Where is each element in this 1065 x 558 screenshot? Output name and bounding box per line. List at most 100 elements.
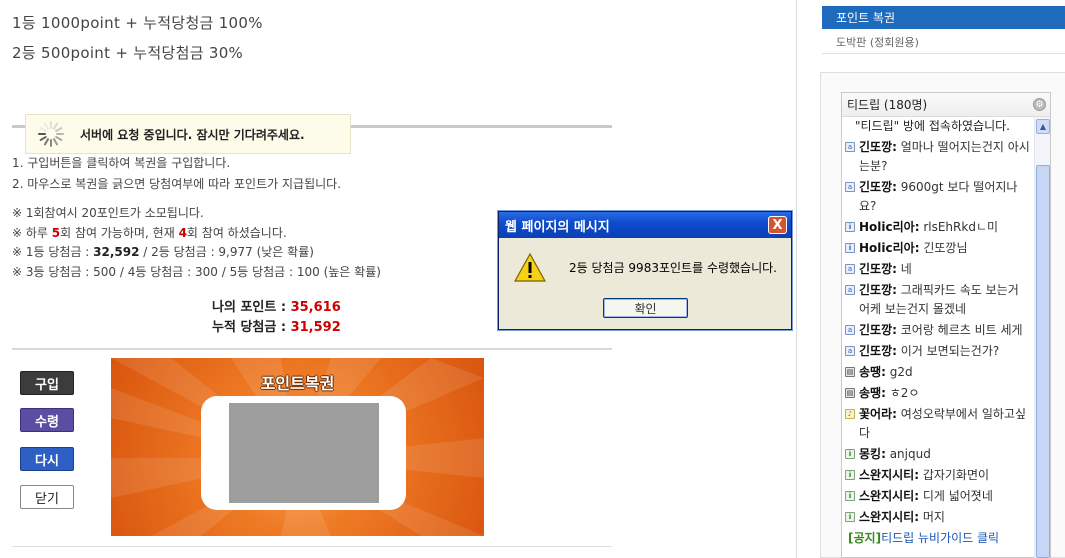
chat-nickname[interactable]: 긴또깡: xyxy=(859,283,897,297)
chat-text: 머지 xyxy=(919,510,945,524)
chat-nickname[interactable]: 긴또깡: xyxy=(859,323,897,337)
chat-room-title: 티드립 (180명) xyxy=(847,98,928,112)
lottery-title: 포인트복권 xyxy=(260,374,335,393)
buy-button[interactable]: 구입 xyxy=(20,371,74,395)
divider xyxy=(12,546,612,547)
notice-tag: [공지] xyxy=(848,531,882,545)
chat-message: ⅱ 스완지시티: 머지 xyxy=(845,508,1033,527)
chat-message: a 긴또깡: 9600gt 보다 떨어지나요? xyxy=(845,178,1033,216)
user-level-icon: ⅱ xyxy=(845,470,855,480)
dialog-close-icon[interactable]: X xyxy=(768,216,787,234)
chat-nickname[interactable]: 긴또깡: xyxy=(859,180,897,194)
chat-message: a 긴또깡: 네 xyxy=(845,260,1033,279)
chat-text: ㅎ2ㅇ xyxy=(885,386,920,400)
again-button[interactable]: 다시 xyxy=(20,447,74,471)
howto-step-2: 2. 마우스로 복권을 긁으면 당첨여부에 따라 포인트가 지급됩니다. xyxy=(12,177,342,191)
howto-step-1: 1. 구입버튼을 클릭하여 복권을 구입합니다. xyxy=(12,156,231,170)
chat-system-message: "티드립" 방에 접속하였습니다. xyxy=(855,119,1010,133)
chat-nickname[interactable]: 긴또깡: xyxy=(859,140,897,154)
user-level-icon: ⅱ xyxy=(845,449,855,459)
chat-messages: "티드립" 방에 접속하였습니다. a 긴또깡: 얼마나 떨어지는건지 아시는분?… xyxy=(845,117,1033,550)
user-level-icon: ▤ xyxy=(845,367,855,377)
chat-message: ⅱ 스완지시티: 디게 넓어졋네 xyxy=(845,487,1033,506)
dialog-message: 2등 당첨금 9983포인트를 수령했습니다. xyxy=(569,261,777,275)
loading-text: 서버에 요청 중입니다. 잠시만 기다려주세요. xyxy=(80,127,305,142)
user-level-icon: a xyxy=(845,285,855,295)
notice-link[interactable]: 티드립 뉴비가이드 클릭 xyxy=(881,531,999,545)
user-level-icon: ♪ xyxy=(845,409,855,419)
chat-message: ▤ 송땡: ㅎ2ㅇ xyxy=(845,384,1033,403)
divider xyxy=(822,53,1065,54)
chat-nickname[interactable]: 스완지시티: xyxy=(859,468,919,482)
user-level-icon: ⅱ xyxy=(845,222,855,232)
user-level-icon: a xyxy=(845,142,855,152)
chat-message: ⅱ Holic리아: 긴또깡님 xyxy=(845,239,1033,258)
chat-text: 디게 넓어졋네 xyxy=(919,489,993,503)
loading-notice: 서버에 요청 중입니다. 잠시만 기다려주세요. xyxy=(25,114,351,154)
first-prize-text: 1등 1000point + 누적당청금 100% xyxy=(12,14,263,32)
chat-text: 코어랑 헤르츠 비트 세게 xyxy=(896,323,1023,337)
user-level-icon: a xyxy=(845,325,855,335)
close-button[interactable]: 닫기 xyxy=(20,485,74,509)
chat-message: ⅱ 몽킹: anjqud xyxy=(845,445,1033,464)
warning-icon xyxy=(513,252,547,282)
jackpot: 누적 당첨금 : 31,592 xyxy=(212,320,341,335)
chat-text: 긴또깡님 xyxy=(919,241,968,255)
user-level-icon: ⅱ xyxy=(845,512,855,522)
divider xyxy=(12,348,612,350)
chat-text: anjqud xyxy=(885,447,931,461)
note-daily: ※ 하루 5회 참여 가능하며, 현재 4회 참여 하셨습니다. xyxy=(12,225,287,240)
chat-window: 티드립 (180명) ⚙ ▲ "티드립" 방에 접속하였습니다. a 긴또깡: 얼… xyxy=(841,92,1051,558)
note-cost: ※ 1회참여시 20포인트가 소모됩니다. xyxy=(12,206,204,220)
chat-text: rlsEhRkdㄴ미 xyxy=(919,220,999,234)
note-prize-high: ※ 1등 당첨금 : 32,592 / 2등 당첨금 : 9,977 (낮은 확… xyxy=(12,245,314,259)
my-points: 나의 포인트 : 35,616 xyxy=(212,300,341,315)
ok-button[interactable]: 확인 xyxy=(603,298,688,318)
sidebar-item-gambling[interactable]: 도박판 (정회원용) xyxy=(836,34,919,50)
chat-scrollbar[interactable]: ▲ xyxy=(1034,117,1050,558)
chat-text: g2d xyxy=(885,365,913,379)
lottery-ticket: 포인트복권 xyxy=(111,358,484,536)
scratch-frame xyxy=(201,396,406,510)
scroll-thumb[interactable] xyxy=(1036,165,1050,558)
chat-nickname[interactable]: Holic리아: xyxy=(859,220,920,234)
chat-notice[interactable]: [공지]티드립 뉴비가이드 클릭 xyxy=(845,529,1033,548)
second-prize-text: 2등 500point + 누적당첨금 30% xyxy=(12,44,244,62)
dialog-titlebar: 웹 페이지의 메시지 X xyxy=(499,212,791,238)
chat-message: ⅱ 스완지시티: 갑자기화면이 xyxy=(845,466,1033,485)
chat-text: 갑자기화면이 xyxy=(919,468,990,482)
chat-nickname[interactable]: 스완지시티: xyxy=(859,489,919,503)
chat-nickname[interactable]: 꽃어라: xyxy=(859,407,897,421)
settings-icon[interactable]: ⚙ xyxy=(1033,98,1046,111)
sidebar-item-point-lottery[interactable]: 포인트 복권 xyxy=(822,6,1065,29)
column-divider xyxy=(796,0,797,558)
notes: ※ 1회참여시 20포인트가 소모됩니다. ※ 하루 5회 참여 가능하며, 현… xyxy=(12,204,381,282)
note-prize-low: ※ 3등 당첨금 : 500 / 4등 당첨금 : 300 / 5등 당첨금 :… xyxy=(12,264,381,279)
chat-message: a 긴또깡: 코어랑 헤르츠 비트 세게 xyxy=(845,321,1033,340)
chat-message: ♪ 꽃어라: 여성오락부에서 일하고싶다 xyxy=(845,405,1033,443)
chat-message: a 긴또깡: 얼마나 떨어지는건지 아시는분? xyxy=(845,138,1033,176)
chat-nickname[interactable]: 송땡: xyxy=(859,386,886,400)
user-level-icon: a xyxy=(845,182,855,192)
scratch-area[interactable] xyxy=(229,403,379,503)
chat-text: 이거 보면되는건가? xyxy=(896,344,1000,358)
user-level-icon: a xyxy=(845,264,855,274)
chat-message: ▤ 송땡: g2d xyxy=(845,363,1033,382)
chat-nickname[interactable]: 스완지시티: xyxy=(859,510,919,524)
chat-text: 네 xyxy=(896,262,912,276)
scroll-up-icon[interactable]: ▲ xyxy=(1036,119,1050,134)
loading-spinner-icon xyxy=(36,119,66,149)
chat-header: 티드립 (180명) ⚙ xyxy=(842,93,1050,117)
chat-nickname[interactable]: 긴또깡: xyxy=(859,262,897,276)
chat-message: a 긴또깡: 이거 보면되는건가? xyxy=(845,342,1033,361)
user-level-icon: ⅱ xyxy=(845,491,855,501)
receive-button[interactable]: 수령 xyxy=(20,408,74,432)
chat-nickname[interactable]: Holic리아: xyxy=(859,241,920,255)
user-level-icon: ⅱ xyxy=(845,243,855,253)
dialog-title: 웹 페이지의 메시지 xyxy=(505,219,610,235)
chat-nickname[interactable]: 송땡: xyxy=(859,365,886,379)
chat-message: ⅱ Holic리아: rlsEhRkdㄴ미 xyxy=(845,218,1033,237)
user-level-icon: ▤ xyxy=(845,388,855,398)
chat-nickname[interactable]: 몽킹: xyxy=(859,447,886,461)
chat-nickname[interactable]: 긴또깡: xyxy=(859,344,897,358)
